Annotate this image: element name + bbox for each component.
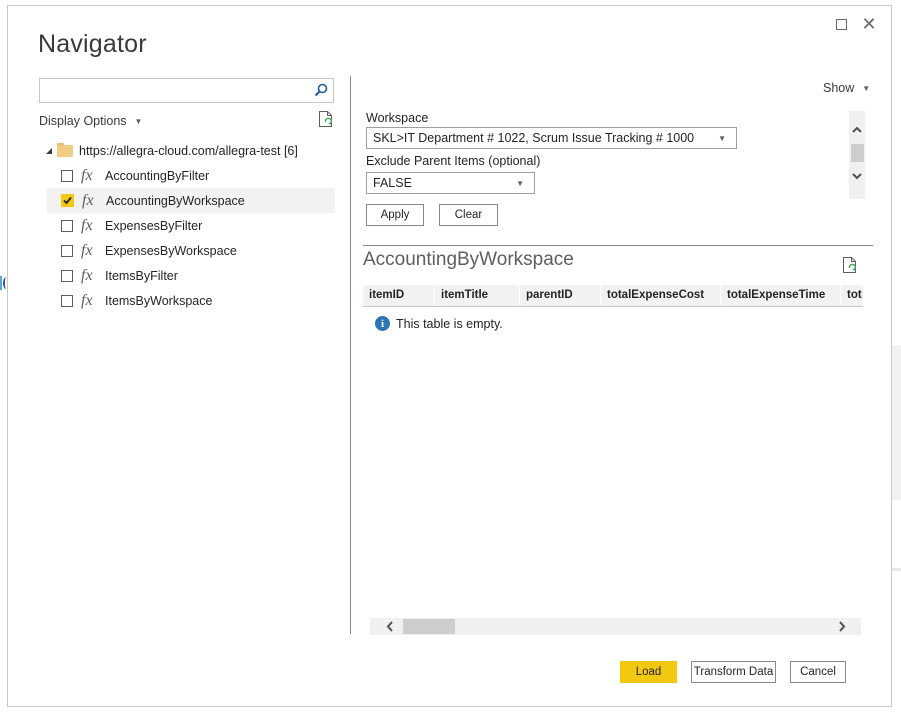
search-icon[interactable] (314, 83, 328, 97)
scroll-left-icon[interactable] (385, 621, 395, 632)
tree-item-label: AccountingByWorkspace (106, 193, 245, 208)
pane-divider[interactable] (350, 76, 351, 634)
column-header-totalexpensecost[interactable]: totalExpenseCost (601, 285, 721, 306)
maximize-icon (835, 18, 847, 30)
function-icon: fx (82, 191, 94, 209)
search-input[interactable] (40, 79, 300, 102)
tree-root-label: https://allegra-cloud.com/allegra-test [… (79, 143, 298, 158)
column-header-itemid[interactable]: itemID (363, 285, 435, 306)
dialog-title: Navigator (38, 30, 147, 58)
preview-separator (363, 245, 873, 246)
load-button[interactable]: Load (620, 661, 677, 683)
folder-icon (57, 142, 73, 157)
function-icon: fx (81, 266, 93, 284)
scroll-up-icon[interactable] (852, 125, 862, 135)
column-header-truncated[interactable]: tot (841, 285, 863, 306)
tree-item-itemsbyworkspace[interactable]: fx ItemsByWorkspace (39, 288, 335, 313)
cancel-button[interactable]: Cancel (790, 661, 846, 683)
tree-item-label: AccountingByFilter (105, 168, 210, 183)
scrollbar-thumb[interactable] (851, 144, 864, 162)
exclude-parent-select[interactable]: FALSE ▼ (366, 172, 535, 194)
preview-horizontal-scrollbar[interactable] (370, 618, 861, 635)
transform-data-button[interactable]: Transform Data (691, 661, 776, 683)
checkbox[interactable] (61, 169, 73, 182)
tree-item-expensesbyworkspace[interactable]: fx ExpensesByWorkspace (39, 238, 335, 263)
chevron-down-icon: ▼ (718, 134, 726, 143)
display-options-label: Display Options (39, 114, 127, 128)
scroll-right-icon[interactable] (837, 621, 847, 632)
tree-item-label: ExpensesByWorkspace (105, 243, 237, 258)
chevron-down-icon: ▼ (516, 179, 524, 188)
clear-button[interactable]: Clear (439, 204, 498, 226)
tree-item-accountingbyfilter[interactable]: fx AccountingByFilter (39, 163, 335, 188)
close-button[interactable]: ✕ (859, 14, 879, 34)
checkbox[interactable] (61, 244, 73, 257)
workspace-label: Workspace (366, 111, 429, 125)
column-header-itemtitle[interactable]: itemTitle (435, 285, 520, 306)
background-divider (892, 568, 901, 571)
display-options-dropdown[interactable]: Display Options ▼ (39, 114, 142, 128)
workspace-value: SKL>IT Department # 1022, Scrum Issue Tr… (373, 131, 695, 145)
navigator-dialog: ✕ Navigator Display Options ▼ https://al… (7, 5, 892, 707)
chevron-down-icon: ▼ (862, 83, 871, 93)
checkbox[interactable] (61, 269, 73, 282)
refresh-preview-icon[interactable] (842, 256, 858, 274)
preview-table-header: itemID itemTitle parentID totalExpenseCo… (363, 285, 863, 307)
column-header-totalexpensetime[interactable]: totalExpenseTime (721, 285, 841, 306)
exclude-parent-value: FALSE (373, 176, 412, 190)
function-icon: fx (81, 291, 93, 309)
checkbox[interactable] (61, 294, 73, 307)
tree-item-itemsbyfilter[interactable]: fx ItemsByFilter (39, 263, 335, 288)
tree-item-expensesbyfilter[interactable]: fx ExpensesByFilter (39, 213, 335, 238)
background-app-fragment (0, 276, 6, 290)
tree-item-label: ItemsByFilter (105, 268, 178, 283)
apply-button[interactable]: Apply (366, 204, 424, 226)
close-icon: ✕ (861, 13, 877, 34)
empty-table-message: i This table is empty. (375, 316, 503, 331)
tree-item-label: ItemsByWorkspace (105, 293, 213, 308)
chevron-down-icon: ▼ (134, 116, 143, 126)
scrollbar-thumb[interactable] (403, 619, 455, 634)
empty-message-text: This table is empty. (396, 316, 503, 331)
info-icon: i (375, 316, 390, 331)
function-icon: fx (81, 241, 93, 259)
parameters-scrollbar[interactable] (849, 111, 865, 199)
refresh-icon[interactable] (318, 110, 334, 128)
scroll-down-icon[interactable] (852, 171, 862, 181)
navigator-tree: https://allegra-cloud.com/allegra-test [… (39, 138, 335, 313)
tree-item-accountingbyworkspace[interactable]: fx AccountingByWorkspace (47, 188, 335, 213)
show-dropdown[interactable]: Show ▼ (823, 81, 870, 95)
function-icon: fx (81, 216, 93, 234)
background-panel (892, 345, 901, 500)
function-icon: fx (81, 166, 93, 184)
maximize-button[interactable] (831, 14, 851, 34)
exclude-parent-label: Exclude Parent Items (optional) (366, 154, 541, 168)
checkmark-icon (63, 196, 72, 205)
checkbox[interactable] (61, 219, 73, 232)
search-box[interactable] (39, 78, 334, 103)
tree-root[interactable]: https://allegra-cloud.com/allegra-test [… (39, 138, 335, 163)
workspace-select[interactable]: SKL>IT Department # 1022, Scrum Issue Tr… (366, 127, 737, 149)
tree-item-label: ExpensesByFilter (105, 218, 203, 233)
show-label: Show (823, 81, 855, 95)
expand-triangle-icon[interactable] (45, 147, 53, 155)
checkbox-checked[interactable] (61, 194, 74, 207)
column-header-parentid[interactable]: parentID (520, 285, 601, 306)
preview-title: AccountingByWorkspace (363, 249, 574, 270)
